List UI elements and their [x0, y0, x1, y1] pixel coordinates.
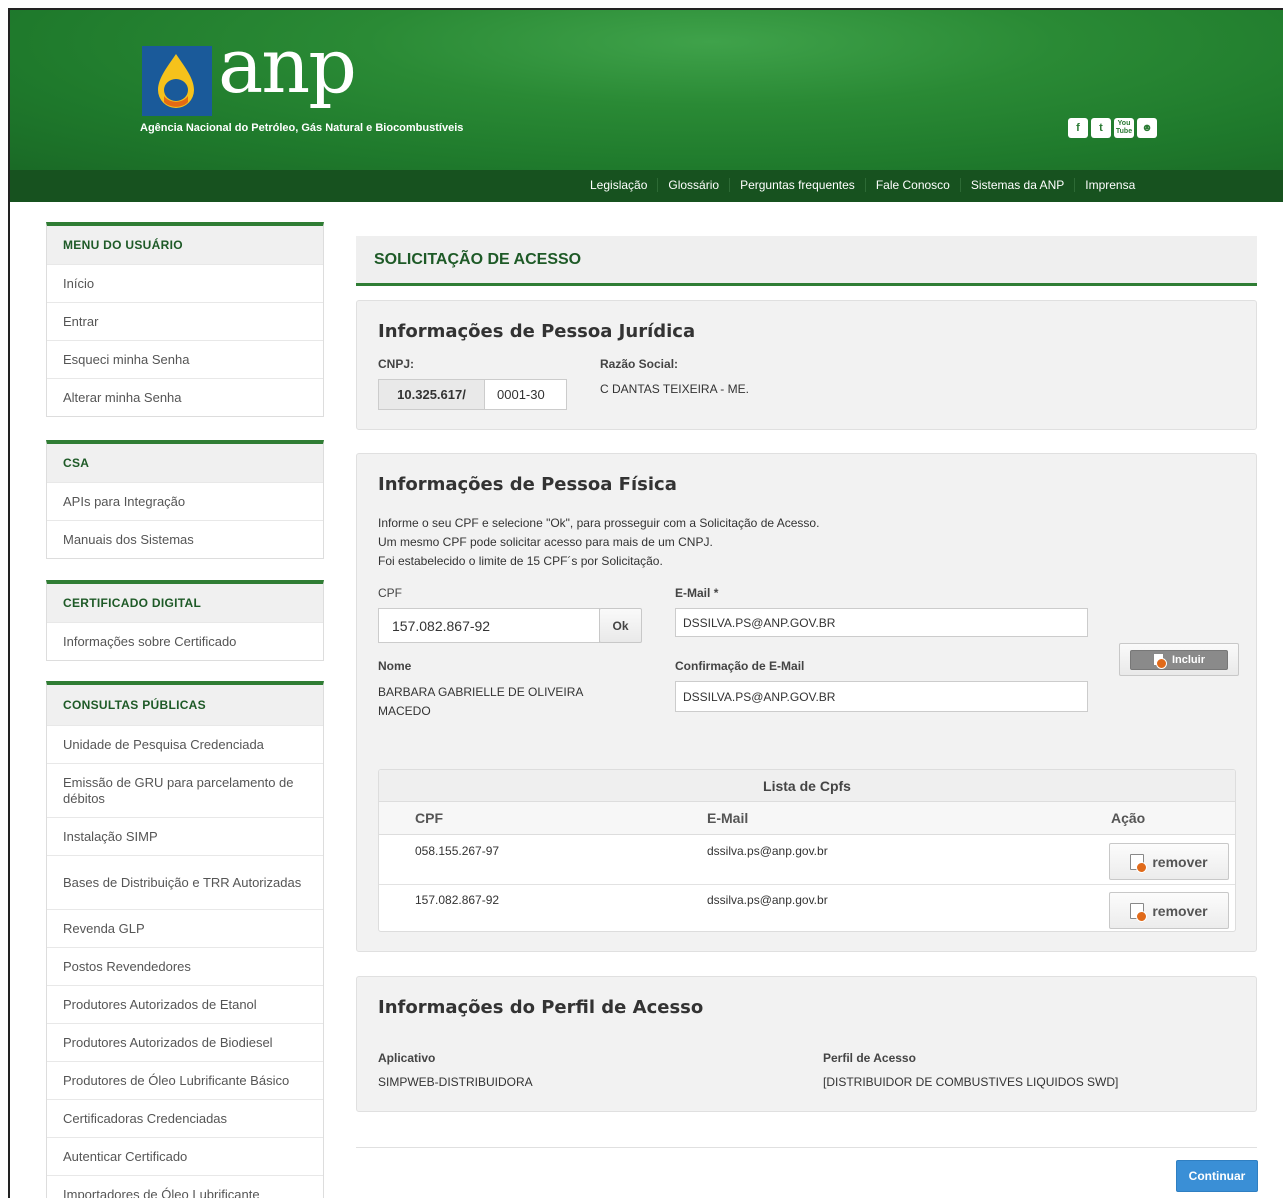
browser-viewport: anp Agência Nacional do Petróleo, Gás Na… — [8, 8, 1283, 1198]
twitter-icon[interactable]: t — [1091, 118, 1111, 138]
razao-social-value: C DANTAS TEIXEIRA - ME. — [600, 382, 749, 396]
remover-label: remover — [1152, 902, 1208, 919]
sidebar-item-entrar[interactable]: Entrar — [47, 302, 323, 340]
sidebar-item-biodiesel[interactable]: Produtores Autorizados de Biodiesel — [47, 1023, 323, 1061]
row-email: dssilva.ps@anp.gov.br — [707, 893, 828, 907]
csa-block: CSA APIs para Integração Manuais dos Sis… — [46, 440, 324, 559]
nav-glossario[interactable]: Glossário — [658, 178, 731, 192]
social-links: f t You Tube ☻ — [1068, 118, 1157, 138]
confirm-email-label: Confirmação de E-Mail — [675, 659, 805, 673]
nav-sistemas-anp[interactable]: Sistemas da ANP — [961, 178, 1076, 192]
row-email: dssilva.ps@anp.gov.br — [707, 844, 828, 858]
email-label-wrap: E-Mail * — [675, 586, 718, 600]
table-row: 058.155.267-97 dssilva.ps@anp.gov.br rem… — [379, 836, 1235, 885]
sidebar-item-manuais[interactable]: Manuais dos Sistemas — [47, 520, 323, 558]
table-header-row: CPF E-Mail Ação — [379, 802, 1235, 835]
top-navigation: Legislação Glossário Perguntas frequente… — [10, 170, 1283, 202]
sidebar-item-alterar-senha[interactable]: Alterar minha Senha — [47, 378, 323, 416]
incluir-inner: Incluir — [1130, 649, 1228, 670]
table-row: 157.082.867-92 dssilva.ps@anp.gov.br rem… — [379, 885, 1235, 931]
remove-document-icon — [1130, 853, 1148, 873]
page-title: SOLICITAÇÃO DE ACESSO — [374, 251, 582, 268]
sidebar-item-emissao-gru[interactable]: Emissão de GRU para parcelamento de débi… — [47, 763, 323, 817]
sidebar-item-autenticar[interactable]: Autenticar Certificado — [47, 1137, 323, 1175]
nome-value: BARBARA GABRIELLE DE OLIVEIRA MACEDO — [378, 685, 583, 718]
email-label: E-Mail — [675, 586, 711, 600]
flickr-icon[interactable]: ☻ — [1137, 118, 1157, 138]
remover-button[interactable]: remover — [1109, 892, 1229, 929]
confirm-email-field[interactable]: DSSILVA.PS@ANP.GOV.BR — [675, 681, 1088, 712]
add-document-icon — [1152, 653, 1167, 669]
menu-usuario-title: MENU DO USUÁRIO — [47, 226, 323, 264]
cnpj-label: CNPJ: — [378, 357, 415, 371]
aplicativo-label: Aplicativo — [378, 1051, 436, 1065]
nav-perguntas-frequentes[interactable]: Perguntas frequentes — [730, 178, 866, 192]
pf-title: Informações de Pessoa Física — [378, 474, 677, 495]
th-cpf: CPF — [415, 810, 443, 826]
site-header: anp Agência Nacional do Petróleo, Gás Na… — [10, 10, 1283, 170]
consultas-block: CONSULTAS PÚBLICAS Unidade de Pesquisa C… — [46, 681, 324, 1198]
facebook-icon[interactable]: f — [1068, 118, 1088, 138]
sidebar-item-importadores[interactable]: Importadores de Óleo Lubrificante — [47, 1175, 323, 1198]
row-cpf: 058.155.267-97 — [415, 844, 500, 858]
csa-title: CSA — [47, 444, 323, 482]
sidebar-item-unidade-pesquisa[interactable]: Unidade de Pesquisa Credenciada — [47, 725, 323, 763]
incluir-button[interactable]: Incluir — [1119, 643, 1239, 676]
pf-info-line-2: Um mesmo CPF pode solicitar acesso para … — [378, 535, 713, 549]
sidebar-item-etanol[interactable]: Produtores Autorizados de Etanol — [47, 985, 323, 1023]
sidebar-item-esqueci-senha[interactable]: Esqueci minha Senha — [47, 340, 323, 378]
nav-fale-conosco[interactable]: Fale Conosco — [866, 178, 961, 192]
logo-text[interactable]: anp — [218, 28, 357, 104]
nav-legislacao[interactable]: Legislação — [580, 178, 659, 192]
certificado-title: CERTIFICADO DIGITAL — [47, 584, 323, 622]
sidebar-item-inicio[interactable]: Início — [47, 264, 323, 302]
email-field[interactable]: DSSILVA.PS@ANP.GOV.BR — [675, 608, 1088, 637]
remover-button[interactable]: remover — [1109, 843, 1229, 880]
sidebar-item-oleo-lubrificante[interactable]: Produtores de Óleo Lubrificante Básico — [47, 1061, 323, 1099]
perfil-title: Informações do Perfil de Acesso — [378, 997, 704, 1018]
sidebar-item-postos[interactable]: Postos Revendedores — [47, 947, 323, 985]
pessoa-juridica-panel: Informações de Pessoa Jurídica CNPJ: 10.… — [356, 300, 1257, 430]
perfil-acesso-panel: Informações do Perfil de Acesso Aplicati… — [356, 976, 1257, 1112]
aplicativo-value: SIMPWEB-DISTRIBUIDORA — [378, 1075, 533, 1089]
pessoa-fisica-panel: Informações de Pessoa Física Informe o s… — [356, 453, 1257, 952]
pj-title: Informações de Pessoa Jurídica — [378, 321, 696, 342]
th-acao: Ação — [1111, 810, 1146, 826]
th-email: E-Mail — [707, 810, 749, 826]
cnpj-prefix: 10.325.617/ — [378, 379, 485, 410]
nome-label: Nome — [378, 659, 412, 673]
ok-button[interactable]: Ok — [599, 608, 642, 643]
cpf-list-caption: Lista de Cpfs — [379, 770, 1235, 802]
sidebar-item-info-certificado[interactable]: Informações sobre Certificado — [47, 622, 323, 660]
perfil-label: Perfil de Acesso — [823, 1051, 916, 1065]
cnpj-suffix-field: 0001-30 — [484, 379, 567, 410]
row-cpf: 157.082.867-92 — [415, 893, 500, 907]
youtube-icon[interactable]: You Tube — [1114, 118, 1134, 138]
perfil-value: [DISTRIBUIDOR DE COMBUSTIVES LIQUIDOS SW… — [823, 1075, 1119, 1089]
page-title-bar: SOLICITAÇÃO DE ACESSO — [356, 236, 1257, 286]
pf-info-line-3: Foi estabelecido o limite de 15 CPF´s po… — [378, 554, 663, 568]
anp-logo-icon[interactable] — [142, 46, 212, 116]
remove-document-icon — [1130, 902, 1148, 922]
sidebar-item-bases-distribuicao[interactable]: Bases de Distribuição e TRR Autorizadas — [47, 855, 323, 909]
continuar-button[interactable]: Continuar — [1176, 1160, 1258, 1192]
certificado-block: CERTIFICADO DIGITAL Informações sobre Ce… — [46, 580, 324, 661]
remover-label: remover — [1152, 853, 1208, 870]
sidebar-item-revenda-glp[interactable]: Revenda GLP — [47, 909, 323, 947]
sidebar-item-apis[interactable]: APIs para Integração — [47, 482, 323, 520]
sidebar-item-instalacao-simp[interactable]: Instalação SIMP — [47, 817, 323, 855]
sidebar-item-certificadoras[interactable]: Certificadoras Credenciadas — [47, 1099, 323, 1137]
required-asterisk: * — [713, 586, 719, 600]
razao-social-label: Razão Social: — [600, 357, 679, 371]
incluir-label: Incluir — [1171, 653, 1205, 666]
cpf-label: CPF — [378, 586, 402, 600]
consultas-title: CONSULTAS PÚBLICAS — [47, 685, 323, 725]
agency-name: Agência Nacional do Petróleo, Gás Natura… — [140, 122, 464, 134]
cpf-input[interactable]: 157.082.867-92 — [378, 608, 600, 643]
divider — [356, 1147, 1257, 1148]
pf-info-line-1: Informe o seu CPF e selecione "Ok", para… — [378, 516, 820, 530]
nav-imprensa[interactable]: Imprensa — [1075, 178, 1145, 192]
menu-usuario-block: MENU DO USUÁRIO Início Entrar Esqueci mi… — [46, 222, 324, 417]
cpf-list-table: Lista de Cpfs CPF E-Mail Ação 058.155.26… — [378, 769, 1236, 932]
